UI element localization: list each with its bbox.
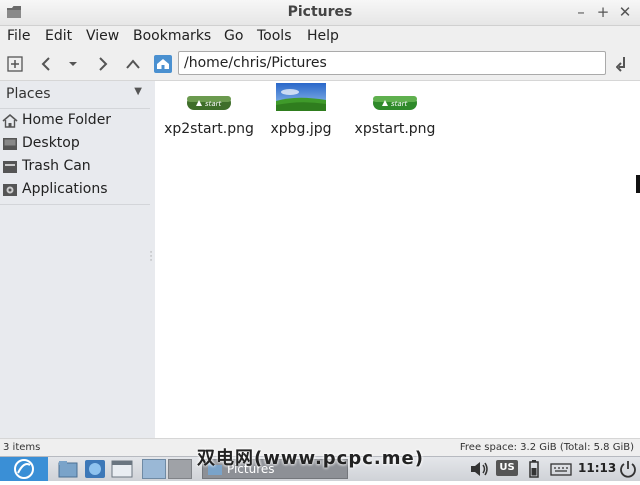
- divider: [0, 108, 150, 109]
- window-icon[interactable]: [111, 459, 133, 479]
- home-icon[interactable]: [152, 53, 174, 75]
- window-title: Pictures: [287, 4, 353, 20]
- resize-handle[interactable]: · · ·: [148, 249, 154, 266]
- divider: [0, 204, 150, 205]
- file-thumbnail: [276, 83, 326, 111]
- back-icon[interactable]: [35, 53, 57, 75]
- path-input[interactable]: /home/chris/Pictures: [178, 51, 606, 75]
- workspace-1[interactable]: [142, 459, 166, 479]
- sidebar-item-label: Trash Can: [22, 158, 91, 174]
- thumbnail-label: start: [391, 100, 408, 108]
- home-icon: [2, 113, 18, 128]
- free-space: Free space: 3.2 GiB (Total: 5.8 GiB): [459, 442, 634, 453]
- item-count: 3 items: [3, 442, 41, 453]
- applications-icon: [3, 184, 17, 196]
- clock: 11:13: [578, 461, 617, 475]
- menu-go[interactable]: Go: [224, 28, 243, 44]
- menu-bookmarks[interactable]: Bookmarks: [133, 28, 211, 44]
- thumbnail-label: start: [205, 100, 222, 108]
- file-manager-icon[interactable]: [57, 459, 79, 479]
- desktop-icon: [3, 138, 17, 150]
- sidebar-item-label: Desktop: [22, 135, 80, 151]
- file-thumbnail: start: [187, 96, 231, 110]
- minimize-button[interactable]: –: [572, 3, 590, 21]
- sidebar: Places ▼ Home Folder Desktop Trash Can A…: [0, 81, 155, 438]
- keyboard-layout-indicator[interactable]: US: [496, 460, 518, 476]
- title-bar: Pictures – + ✕: [0, 0, 640, 26]
- menu-edit[interactable]: Edit: [45, 28, 72, 44]
- lubuntu-logo-icon: [14, 459, 34, 479]
- file-view: start xp2start.png xpbg.jpg start xpstar…: [155, 81, 640, 438]
- file-thumbnail: start: [373, 96, 417, 110]
- keyboard-icon[interactable]: [550, 459, 572, 479]
- menu-bar: File Edit View Bookmarks Go Tools Help: [0, 26, 640, 48]
- toolbar: /home/chris/Pictures: [0, 48, 640, 81]
- menu-file[interactable]: File: [7, 28, 30, 44]
- menu-view[interactable]: View: [86, 28, 119, 44]
- menu-help[interactable]: Help: [307, 28, 339, 44]
- trash-icon: [3, 161, 17, 173]
- start-menu-button[interactable]: [0, 457, 48, 481]
- battery-icon[interactable]: [526, 459, 542, 479]
- workspace-2[interactable]: [168, 459, 192, 479]
- history-dropdown-icon[interactable]: [62, 53, 84, 75]
- menu-tools[interactable]: Tools: [257, 28, 292, 44]
- file-name: xp2start.png: [164, 121, 254, 137]
- chevron-down-icon: ▼: [134, 86, 142, 97]
- file-item-xp2start[interactable]: start xp2start.png: [161, 81, 257, 137]
- places-label: Places: [6, 86, 51, 102]
- sidebar-item-applications[interactable]: Applications: [2, 180, 148, 202]
- new-tab-icon[interactable]: [4, 53, 26, 75]
- forward-icon[interactable]: [92, 53, 114, 75]
- file-name: xpstart.png: [354, 121, 436, 137]
- power-icon[interactable]: [618, 459, 638, 479]
- sidebar-item-label: Home Folder: [22, 112, 112, 128]
- go-icon[interactable]: [612, 53, 634, 75]
- sidebar-item-label: Applications: [22, 181, 108, 197]
- sidebar-item-desktop[interactable]: Desktop: [2, 134, 148, 156]
- file-name: xpbg.jpg: [270, 121, 332, 137]
- mouse-cursor-icon: [636, 175, 640, 193]
- file-item-xpbg[interactable]: xpbg.jpg: [253, 81, 349, 137]
- watermark: 双电网(www.pcpc.me): [197, 448, 424, 469]
- maximize-button[interactable]: +: [594, 3, 612, 21]
- browser-icon[interactable]: [84, 459, 106, 479]
- up-icon[interactable]: [122, 53, 144, 75]
- sidebar-item-trash-can[interactable]: Trash Can: [2, 157, 148, 179]
- volume-icon[interactable]: [468, 459, 490, 479]
- sidebar-item-home-folder[interactable]: Home Folder: [2, 111, 148, 133]
- close-button[interactable]: ✕: [616, 3, 634, 21]
- file-item-xpstart[interactable]: start xpstart.png: [347, 81, 443, 137]
- places-selector[interactable]: Places ▼: [0, 84, 150, 106]
